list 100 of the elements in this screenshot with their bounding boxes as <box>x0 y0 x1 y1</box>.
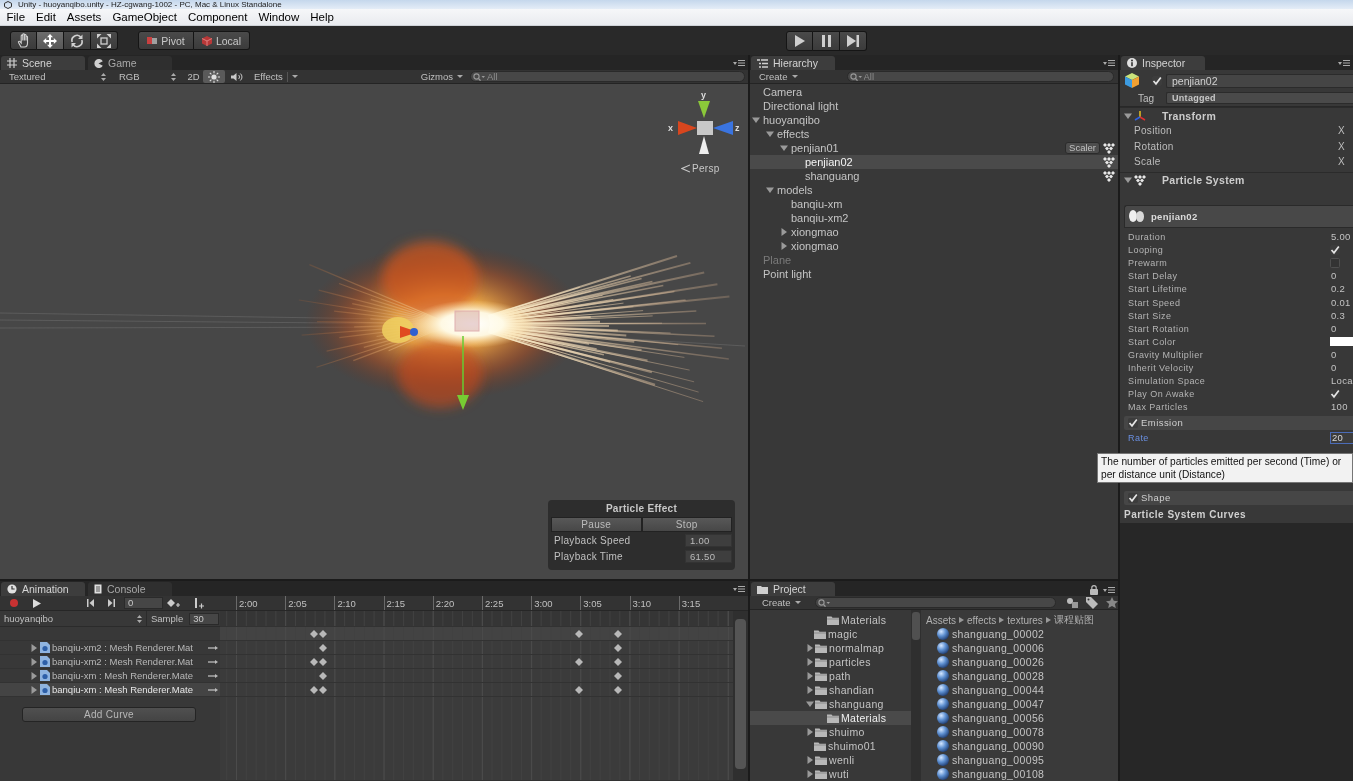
expand-arrow-icon[interactable] <box>30 671 38 680</box>
tool-button[interactable] <box>64 31 91 50</box>
keyframe-icon[interactable] <box>319 685 328 694</box>
value-field[interactable]: 0.2 <box>1330 283 1353 296</box>
component-header[interactable]: Particle System <box>1120 171 1353 188</box>
toggle-button[interactable] <box>228 70 245 83</box>
breadcrumb-link[interactable]: 课程贴图 <box>1053 613 1094 627</box>
scrollbar[interactable] <box>733 611 748 781</box>
menu-item[interactable]: Help <box>304 11 340 23</box>
keyframe-icon[interactable] <box>614 643 623 652</box>
expand-arrow-icon[interactable] <box>30 643 38 652</box>
menu-item[interactable]: File <box>1 11 31 23</box>
hierarchy-item[interactable]: shanguang <box>750 169 1118 183</box>
component-header[interactable]: Transform <box>1120 107 1353 123</box>
scrollbar-thumb[interactable] <box>735 619 746 769</box>
folder-item[interactable]: shuimo01 <box>750 739 911 753</box>
panel-menu-icon[interactable] <box>1103 59 1115 67</box>
frame-field[interactable]: 0 <box>124 597 163 609</box>
value-field[interactable]: 61.50 <box>685 549 732 563</box>
orientation-gizmo-icon[interactable] <box>678 101 733 154</box>
panel-menu-icon[interactable] <box>1103 586 1115 594</box>
hierarchy-item[interactable]: models <box>750 183 1118 197</box>
value-field[interactable]: 0 <box>1330 270 1353 283</box>
module-header[interactable]: penjian02 <box>1124 204 1353 228</box>
folder-item[interactable]: path <box>750 669 911 683</box>
expand-arrow-icon[interactable] <box>806 686 814 694</box>
tool-button[interactable] <box>37 31 64 50</box>
menu-item[interactable]: Assets <box>61 11 107 23</box>
keyframe-icon[interactable] <box>309 685 318 694</box>
value-field[interactable]: 0.3 <box>1330 309 1353 322</box>
hierarchy-item[interactable]: penjian01 Scaler <box>750 141 1118 155</box>
add-event-icon[interactable] <box>194 597 205 609</box>
folder-item[interactable]: Materials <box>750 711 911 725</box>
create-dropdown[interactable]: Create <box>755 70 802 83</box>
breadcrumb-link[interactable]: effects <box>967 614 997 626</box>
scrollbar[interactable] <box>911 610 921 781</box>
expand-arrow-icon[interactable] <box>806 658 814 666</box>
asset-item[interactable]: shanguang_00026 <box>921 655 1118 669</box>
folder-item[interactable]: magic <box>750 627 911 641</box>
asset-item[interactable]: shanguang_00090 <box>921 739 1118 753</box>
expand-arrow-icon[interactable] <box>806 756 814 764</box>
module-header[interactable]: Emission <box>1124 415 1353 430</box>
panel-tab[interactable]: Console <box>88 582 172 596</box>
folder-item[interactable]: shanguang <box>750 697 911 711</box>
panel-menu-icon[interactable] <box>1338 59 1350 67</box>
expand-arrow-icon[interactable] <box>780 228 788 236</box>
hierarchy-item[interactable]: Directional light <box>750 99 1118 113</box>
scene-view[interactable]: y x z Persp Particle Effect Pause Stop Playback Speed 1.00 Playback Time 61.50 <box>0 84 748 579</box>
add-curve-button[interactable]: Add Curve <box>22 707 196 722</box>
panel-menu-icon[interactable] <box>733 585 745 593</box>
menu-item[interactable]: GameObject <box>106 11 183 23</box>
asset-item[interactable]: shanguang_00006 <box>921 641 1118 655</box>
create-dropdown[interactable]: Create <box>758 596 805 609</box>
hierarchy-item[interactable]: effects <box>750 127 1118 141</box>
menu-item[interactable]: Window <box>252 11 305 23</box>
hierarchy-item[interactable]: Camera <box>750 85 1118 99</box>
toggle-button[interactable] <box>203 70 225 83</box>
expand-arrow-icon[interactable] <box>30 657 38 666</box>
hierarchy-item[interactable]: banqiu-xm <box>750 197 1118 211</box>
asset-item[interactable]: shanguang_00078 <box>921 725 1118 739</box>
keyframe-icon[interactable] <box>309 657 318 666</box>
playback-button[interactable] <box>840 30 867 51</box>
expand-arrow-icon[interactable] <box>806 644 814 652</box>
breadcrumb-link[interactable]: textures <box>1007 614 1043 626</box>
expand-arrow-icon[interactable] <box>806 700 814 708</box>
asset-item[interactable]: shanguang_00108 <box>921 767 1118 781</box>
keyframe-icon[interactable] <box>309 629 318 638</box>
checkbox[interactable] <box>1330 258 1340 269</box>
menu-item[interactable]: Edit <box>30 11 62 23</box>
play-icon[interactable] <box>33 598 41 608</box>
hierarchy-item[interactable]: Point light <box>750 267 1118 281</box>
value-field[interactable]: 5.00 <box>1330 231 1353 244</box>
effects-dropdown[interactable]: Effects <box>250 70 302 83</box>
keyframe-icon[interactable] <box>319 643 328 652</box>
curve-row[interactable]: banqiu-xm : Mesh Renderer.Mate <box>0 683 220 697</box>
value-field[interactable]: 100 <box>1330 401 1353 414</box>
keyframe-icon[interactable] <box>614 685 623 694</box>
star-icon[interactable] <box>1106 597 1118 608</box>
expand-arrow-icon[interactable] <box>806 728 814 736</box>
asset-item[interactable]: shanguang_00047 <box>921 697 1118 711</box>
asset-item[interactable]: shanguang_00002 <box>921 627 1118 641</box>
expand-arrow-icon[interactable] <box>766 130 774 138</box>
hierarchy-item[interactable]: penjian02 <box>750 155 1118 169</box>
keyframe-icon[interactable] <box>319 629 328 638</box>
move-handle-drawing[interactable] <box>400 310 480 410</box>
panel-menu-icon[interactable] <box>733 59 745 67</box>
folder-item[interactable]: wuti <box>750 767 911 781</box>
hierarchy-item[interactable]: xiongmao <box>750 239 1118 253</box>
expand-arrow-icon[interactable] <box>766 186 774 194</box>
sample-field[interactable]: 30 <box>189 612 220 625</box>
keyframe-icon[interactable] <box>614 657 623 666</box>
value-field[interactable]: 0 <box>1330 362 1353 374</box>
expand-arrow-icon[interactable] <box>780 242 788 250</box>
folder-item[interactable]: normalmap <box>750 641 911 655</box>
keyframe-icon[interactable] <box>575 685 584 694</box>
curve-row[interactable]: banqiu-xm2 : Mesh Renderer.Mat <box>0 655 220 669</box>
search-field[interactable]: All <box>470 71 745 82</box>
previous-key-icon[interactable] <box>87 599 94 607</box>
tag-dropdown[interactable]: Untagged <box>1166 92 1353 104</box>
time-ruler[interactable]: 2:00 2:05 2:10 2:15 2:20 2:25 3:00 3:05 3:10 3:15 <box>220 596 748 611</box>
